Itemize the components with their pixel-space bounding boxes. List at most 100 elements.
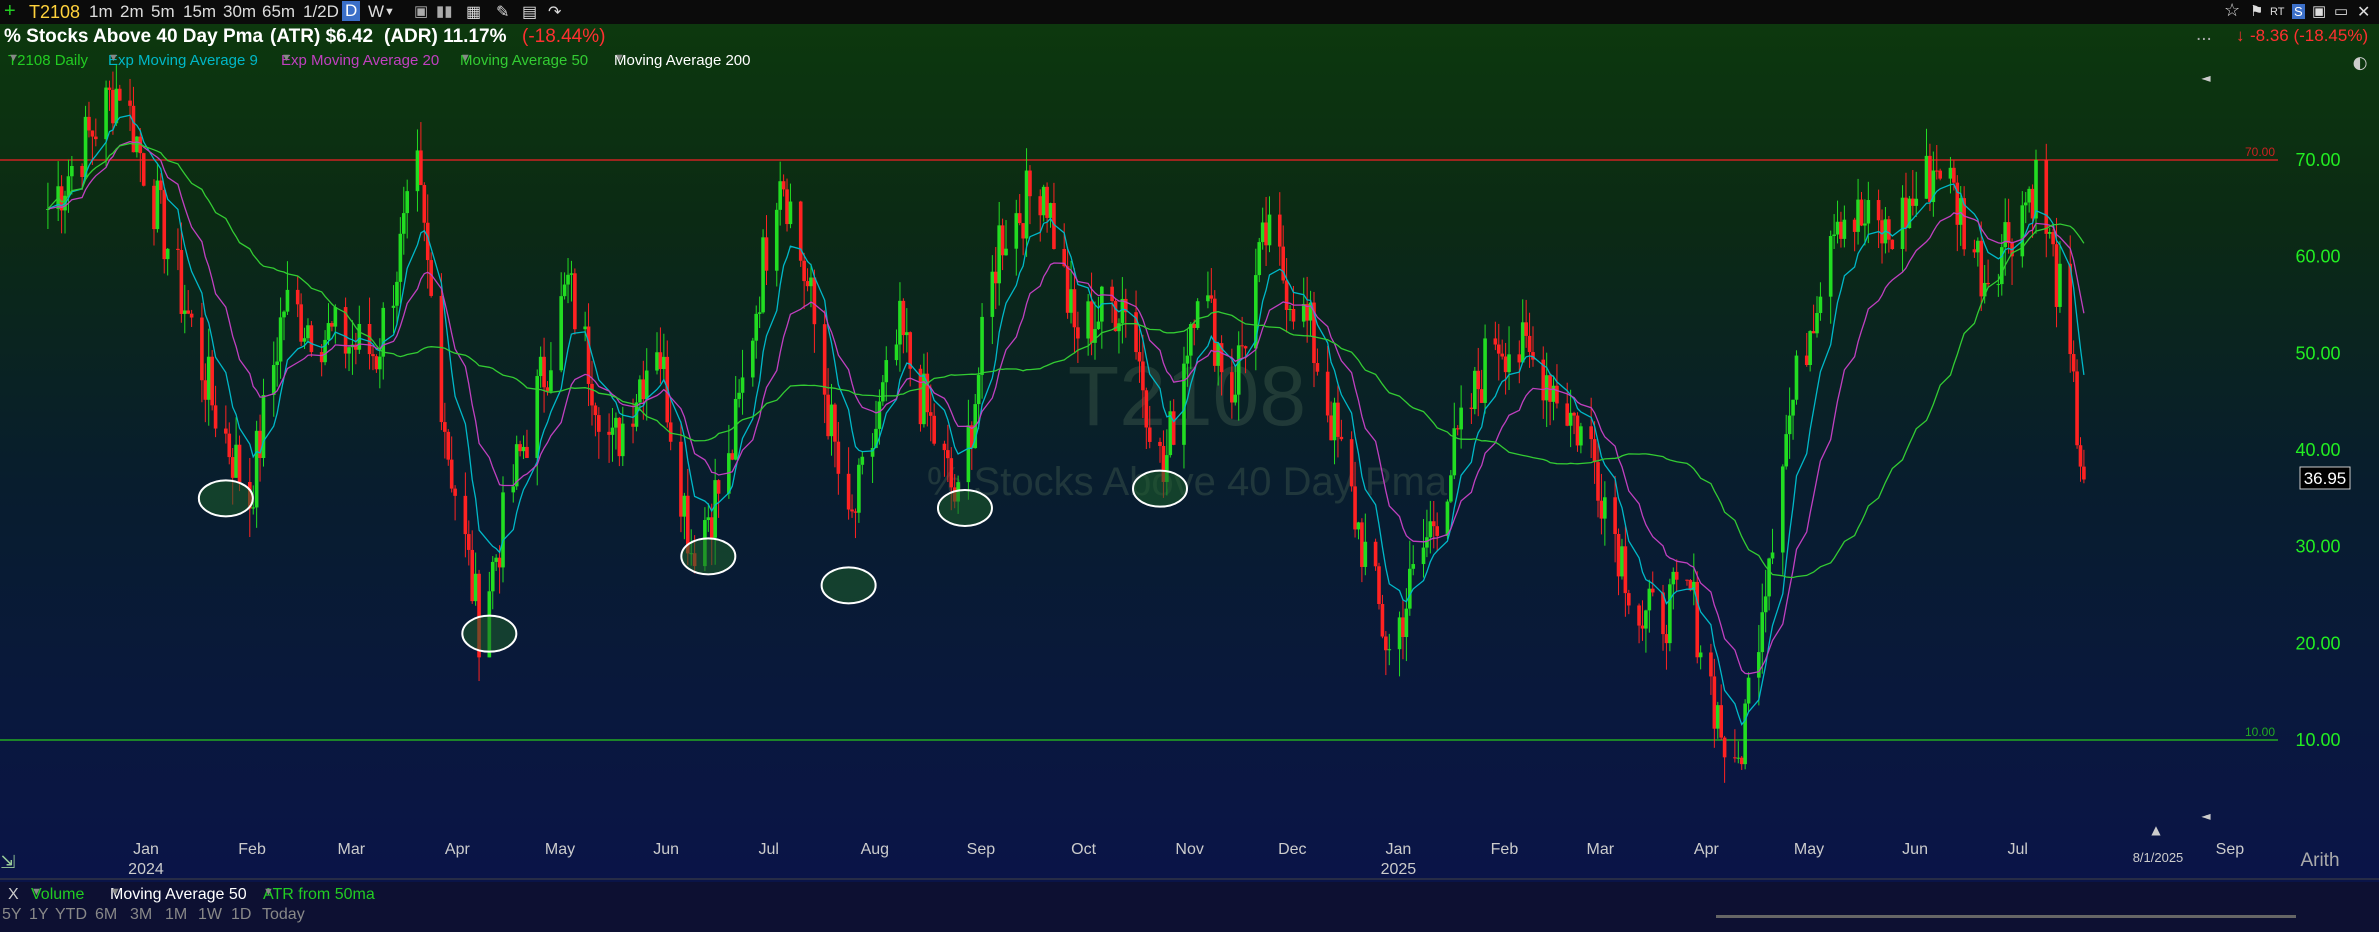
range-5y[interactable]: 5Y	[2, 906, 22, 924]
candle-body	[422, 185, 427, 223]
price-chart[interactable]: T2108 % Stocks Above 40 Day Pma 70.00 10.…	[0, 0, 2379, 882]
chevron-down-icon[interactable]: ▼	[281, 52, 292, 64]
candle-body	[443, 422, 447, 432]
last-price-label: 36.95	[2299, 466, 2351, 490]
chart-settings-icon[interactable]: ◐	[2353, 53, 2368, 73]
candle-body	[812, 277, 817, 325]
range-1w[interactable]: 1W	[198, 906, 222, 924]
study-label: Moving Average 50	[110, 886, 247, 903]
timeframe-half-day[interactable]: 1/2D	[303, 2, 339, 22]
candle-body	[155, 180, 160, 230]
horizontal-scrollbar[interactable]	[1716, 915, 2296, 918]
candle-body	[128, 100, 132, 106]
close-icon[interactable]: ✕	[2357, 2, 2370, 22]
candle-body	[1986, 282, 1990, 285]
candle-body	[1579, 426, 1583, 446]
timeframe-weekly[interactable]: W	[368, 2, 384, 22]
more-icon[interactable]: ...	[2196, 24, 2212, 46]
timeframe-65m[interactable]: 65m	[262, 2, 295, 22]
timeframe-30m[interactable]: 30m	[223, 2, 256, 22]
candle-body	[1024, 170, 1029, 239]
x-month-label: Mar	[1586, 841, 1614, 858]
draw-icon[interactable]: ✎	[496, 2, 509, 22]
y-tick-label: 10.00	[2295, 730, 2340, 750]
x-month-label: Feb	[238, 841, 266, 858]
timeframe-dropdown-icon[interactable]: ▼	[384, 6, 395, 18]
candle-body	[1206, 295, 1210, 302]
candle-body	[1291, 308, 1296, 322]
candle-body	[1914, 198, 1919, 206]
candle-body	[918, 368, 923, 425]
link-icon[interactable]: ▣	[2312, 2, 2326, 20]
candle-body	[788, 201, 793, 225]
range-1m[interactable]: 1M	[165, 906, 187, 924]
candle-body	[319, 352, 324, 363]
candle-body	[898, 300, 902, 345]
chart-window: { "toolbar": { "symbol": "T2108", "timef…	[0, 0, 2379, 932]
candle-body	[2054, 244, 2059, 307]
chevron-down-icon[interactable]: ▼	[8, 52, 19, 64]
close-panel-button[interactable]: X	[8, 886, 19, 904]
realtime-icon[interactable]: RT	[2270, 6, 2284, 18]
chevron-down-icon[interactable]: ▼	[614, 52, 625, 64]
candle-body	[1017, 213, 1022, 224]
candle-body	[1887, 219, 1891, 240]
candle-body	[1192, 324, 1197, 328]
share-icon[interactable]: ↷	[548, 2, 561, 22]
x-month-label: Mar	[338, 841, 366, 858]
range-today[interactable]: Today	[262, 906, 305, 924]
candle-body	[1664, 634, 1669, 644]
chevron-down-icon[interactable]: ▼	[263, 886, 274, 898]
timeframe-5m[interactable]: 5m	[151, 2, 175, 22]
range-1d[interactable]: 1D	[231, 906, 251, 924]
flag-icon[interactable]: ⚑	[2250, 2, 2263, 20]
timeframe-1m[interactable]: 1m	[89, 2, 113, 22]
candle-body	[1243, 346, 1248, 349]
y-tick-label: 50.00	[2295, 343, 2340, 363]
bars-icon[interactable]: ▮▮	[436, 2, 453, 20]
symbol-label[interactable]: T2108	[29, 2, 80, 23]
candle-body	[1041, 186, 1046, 216]
chart-type-icon[interactable]: ▣	[414, 2, 428, 20]
candle-body	[2082, 466, 2086, 480]
favorite-icon[interactable]: ☆	[2224, 0, 2240, 21]
candle-body	[1856, 199, 1860, 232]
save-icon[interactable]: ▭	[2334, 2, 2348, 20]
candle-body	[1045, 186, 1049, 218]
candle-body	[1709, 652, 1713, 677]
candle-body	[833, 404, 837, 442]
candle-body	[295, 289, 300, 305]
calculator-icon[interactable]: ▦	[466, 2, 481, 22]
scroll-up-icon[interactable]: ◄	[2201, 71, 2211, 85]
low-highlight-circle	[680, 537, 737, 576]
chevron-down-icon[interactable]: ▼	[110, 886, 121, 898]
range-6m[interactable]: 6M	[95, 906, 117, 924]
drag-handle-icon[interactable]: ⇲	[0, 852, 15, 873]
down-arrow-icon: ↓	[2236, 26, 2245, 45]
candle-body	[860, 456, 865, 465]
range-3m[interactable]: 3M	[130, 906, 152, 924]
candle-body	[254, 430, 259, 508]
candle-body	[114, 88, 119, 124]
timeframe-15m[interactable]: 15m	[183, 2, 216, 22]
candle-body	[2006, 222, 2011, 244]
range-1y[interactable]: 1Y	[29, 906, 49, 924]
candle-body	[1425, 537, 1429, 548]
scanner-icon[interactable]: S	[2292, 4, 2305, 19]
candle-body	[299, 304, 303, 342]
layout-icon[interactable]: ▤	[522, 2, 537, 22]
chevron-down-icon[interactable]: ▼	[108, 52, 119, 64]
timeframe-daily[interactable]: D	[342, 1, 361, 21]
timeframe-2m[interactable]: 2m	[120, 2, 144, 22]
scroll-down-icon[interactable]: ◄	[2201, 809, 2211, 823]
candle-body	[494, 557, 498, 562]
chevron-down-icon[interactable]: ▼	[460, 52, 471, 64]
range-ytd[interactable]: YTD	[55, 906, 87, 924]
candle-body	[285, 289, 290, 312]
candle-body	[709, 517, 714, 538]
add-symbol-icon[interactable]: +	[4, 0, 16, 23]
candle-body	[1904, 197, 1908, 229]
chevron-down-icon[interactable]: ▼	[31, 886, 42, 898]
candle-body	[152, 185, 156, 230]
scale-mode-button[interactable]: Arith	[2300, 850, 2339, 871]
